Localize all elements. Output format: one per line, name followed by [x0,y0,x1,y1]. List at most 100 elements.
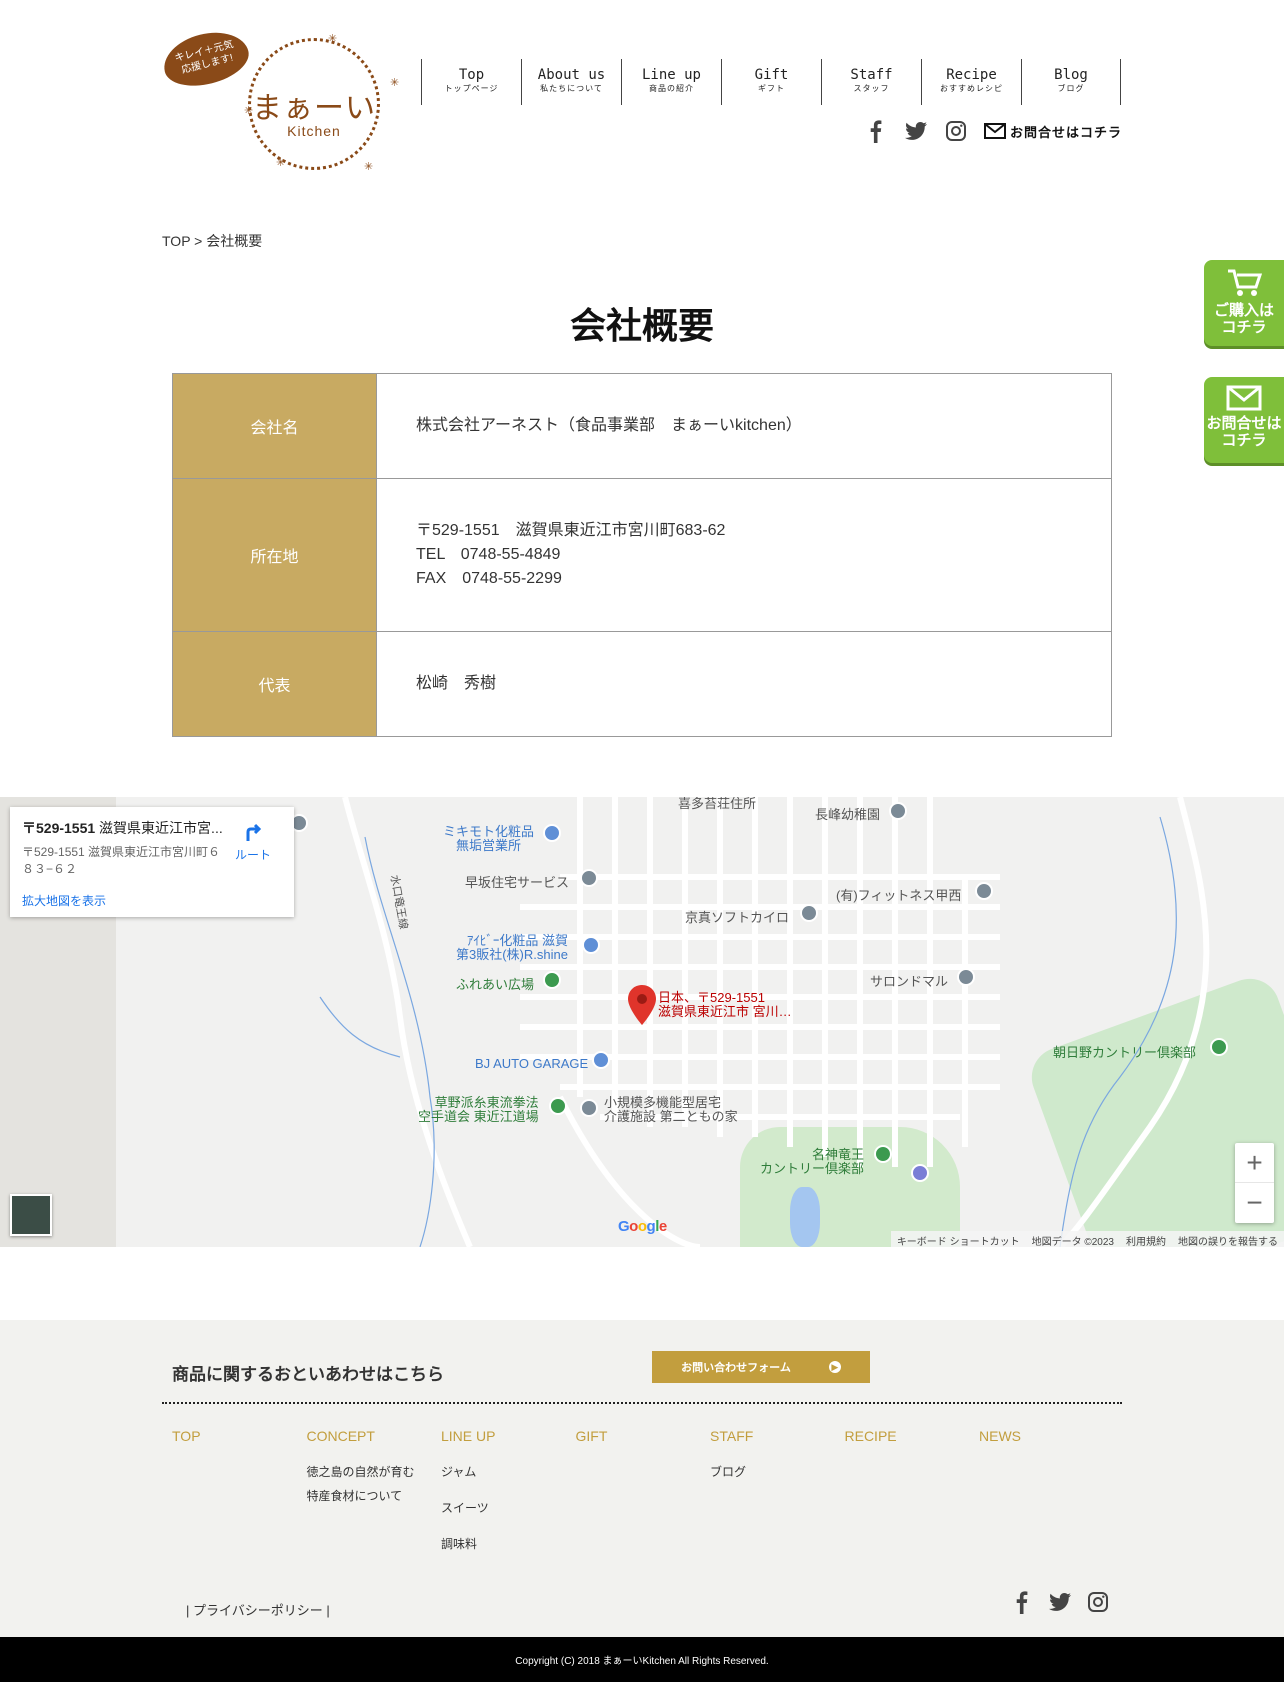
nav-label: Staff [850,67,893,83]
map-place-label: BJ AUTO GARAGE [475,1056,589,1071]
footer-nav: TOP CONCEPT 徳之島の自然が育む 特産食材について LINE UP ジ… [172,1428,1114,1556]
nav-sublabel: スタッフ [853,84,890,93]
map-card-postcode: 〒529-1551 [22,820,96,836]
footer-link-recipe[interactable]: RECIPE [845,1428,897,1444]
golf-icon[interactable] [1210,1038,1228,1056]
instagram-icon[interactable] [944,119,968,143]
footer-link-sweets[interactable]: スイーツ [441,1496,576,1520]
contact-side-button[interactable]: お問合せは コチラ [1204,377,1284,463]
golf-icon[interactable] [874,1145,892,1163]
nav-item-recipe[interactable]: Recipe おすすめレシピ [921,59,1021,105]
nav-item-blog[interactable]: Blog ブログ [1021,59,1121,105]
copyright: Copyright (C) 2018 まぁーいKitchen All Right… [0,1637,1284,1682]
footer-col-concept: CONCEPT 徳之島の自然が育む 特産食材について [307,1428,442,1556]
nav-label: Blog [1054,67,1088,83]
logo-speech-bubble: キレイ＋元気 応援します! [158,24,254,94]
map-pin-icon[interactable] [628,985,656,1025]
parking-icon[interactable] [911,1164,929,1182]
logo-main-text: まぁーい [252,91,376,126]
table-row: 会社名 株式会社アーネスト（食品事業部 まぁーいkitchen） [173,374,1111,479]
side-button-label: コチラ [1221,432,1267,449]
school-icon[interactable] [889,802,907,820]
place-icon[interactable] [580,1099,598,1117]
nav-item-about[interactable]: About us 私たちについて [521,59,621,105]
footer-divider [162,1402,1122,1404]
park-icon[interactable] [543,971,561,989]
privacy-policy-link[interactable]: | プライバシーポリシー | [186,1600,330,1619]
header-contact-label: お問合せはコチラ [1010,124,1123,140]
contact-form-button[interactable]: お問い合わせフォーム ▶ [652,1351,870,1383]
arrow-right-icon: ▶ [828,1361,841,1373]
footer-col-news: NEWS [979,1428,1114,1556]
map-card-address: 〒529-1551 滋賀県東近江市宮川町６８３−６２ [22,845,221,876]
route-button[interactable]: ルート [230,821,276,863]
footer-col-lineup: LINE UP ジャム スイーツ 調味料 [441,1428,576,1556]
map-pin-label: 滋賀県東近江市 宮川… [658,1004,792,1019]
star-icon: ✳ [364,161,374,173]
footer-link-concept-item[interactable]: 特産食材について [307,1484,442,1508]
place-icon[interactable] [800,904,818,922]
footer-link-news[interactable]: NEWS [979,1428,1021,1444]
fax-line: FAX 0748-55-2299 [416,570,562,587]
facebook-icon[interactable] [864,119,888,143]
footer-link-seasoning[interactable]: 調味料 [441,1532,576,1556]
shop-icon[interactable] [543,824,561,842]
footer-link-concept[interactable]: CONCEPT [307,1428,375,1444]
twitter-icon[interactable] [904,119,928,143]
footer-link-gift[interactable]: GIFT [576,1428,608,1444]
address-line: 〒529-1551 滋賀県東近江市宮川町683-62 [416,522,726,539]
directions-icon [246,823,262,841]
zoom-in-button[interactable]: + [1235,1143,1274,1183]
mail-icon [1226,385,1262,411]
footer-link-staff[interactable]: STAFF [710,1428,753,1444]
google-logo: Google [618,1218,667,1235]
nav-sublabel: 商品の紹介 [649,84,694,93]
shop-icon[interactable] [592,1051,610,1069]
larger-map-link[interactable]: 拡大地図を表示 [22,892,282,909]
footer-col-top: TOP [172,1428,307,1556]
report-error-link[interactable]: 地図の誤りを報告する [1172,1231,1284,1247]
place-icon[interactable] [580,869,598,887]
nav-item-gift[interactable]: Gift ギフト [721,59,821,105]
google-map[interactable]: 喜多苔荘住所 長峰幼稚園 ミキモト化粧品 無垢営業所 早坂住宅サービス (有)フ… [0,797,1284,1247]
footer-social [1010,1590,1124,1614]
place-icon[interactable] [549,1097,567,1115]
shop-icon[interactable] [582,936,600,954]
purchase-side-button[interactable]: ご購入は コチラ [1204,260,1284,346]
logo-ring: まぁーい Kitchen [248,38,380,170]
company-info-table: 会社名 株式会社アーネスト（食品事業部 まぁーいkitchen） 所在地 〒52… [172,373,1112,737]
twitter-icon[interactable] [1048,1590,1072,1614]
footer-col-gift: GIFT [576,1428,711,1556]
header-contact-link[interactable]: お問合せはコチラ [984,122,1122,141]
breadcrumb[interactable]: TOP > 会社概要 [162,231,262,251]
footer-link-lineup[interactable]: LINE UP [441,1428,495,1444]
footer-link-concept-item[interactable]: 徳之島の自然が育む [307,1460,442,1484]
site-logo[interactable]: キレイ＋元気 応援します! まぁーい Kitchen ✳ ✳ ✳ ✳ ✳ [158,24,400,178]
nav-sublabel: おすすめレシピ [940,84,1003,93]
facebook-icon[interactable] [1010,1590,1034,1614]
cart-icon [1228,269,1262,296]
side-button-label: ご購入は [1213,302,1274,319]
terms-link[interactable]: 利用規約 [1120,1231,1172,1247]
satellite-toggle[interactable] [10,1194,52,1236]
nav-item-staff[interactable]: Staff スタッフ [821,59,921,105]
map-place-label: 早坂住宅サービス [465,875,570,890]
footer-link-jam[interactable]: ジャム [441,1460,576,1484]
nav-item-lineup[interactable]: Line up 商品の紹介 [621,59,721,105]
map-place-label: サロンドマル [870,974,949,989]
footer-col-staff: STAFF ブログ [710,1428,845,1556]
footer-link-blog[interactable]: ブログ [710,1460,845,1484]
place-icon[interactable] [957,968,975,986]
table-header-cell: 代表 [173,632,377,736]
map-card-title-rest: 滋賀県東近江市宮... [95,820,223,836]
footer-link-top[interactable]: TOP [172,1428,201,1444]
keyboard-shortcuts-link[interactable]: キーボード ショートカット [891,1231,1026,1247]
place-icon[interactable] [975,882,993,900]
page-title: 会社概要 [569,305,714,346]
footer-col-recipe: RECIPE [845,1428,980,1556]
instagram-icon[interactable] [1086,1590,1110,1614]
nav-label: Gift [754,67,789,83]
nav-item-top[interactable]: Top トップページ [421,59,521,105]
zoom-out-button[interactable]: − [1235,1183,1274,1223]
map-attribution-bar: キーボード ショートカット 地図データ ©2023 利用規約 地図の誤りを報告す… [890,1231,1284,1247]
